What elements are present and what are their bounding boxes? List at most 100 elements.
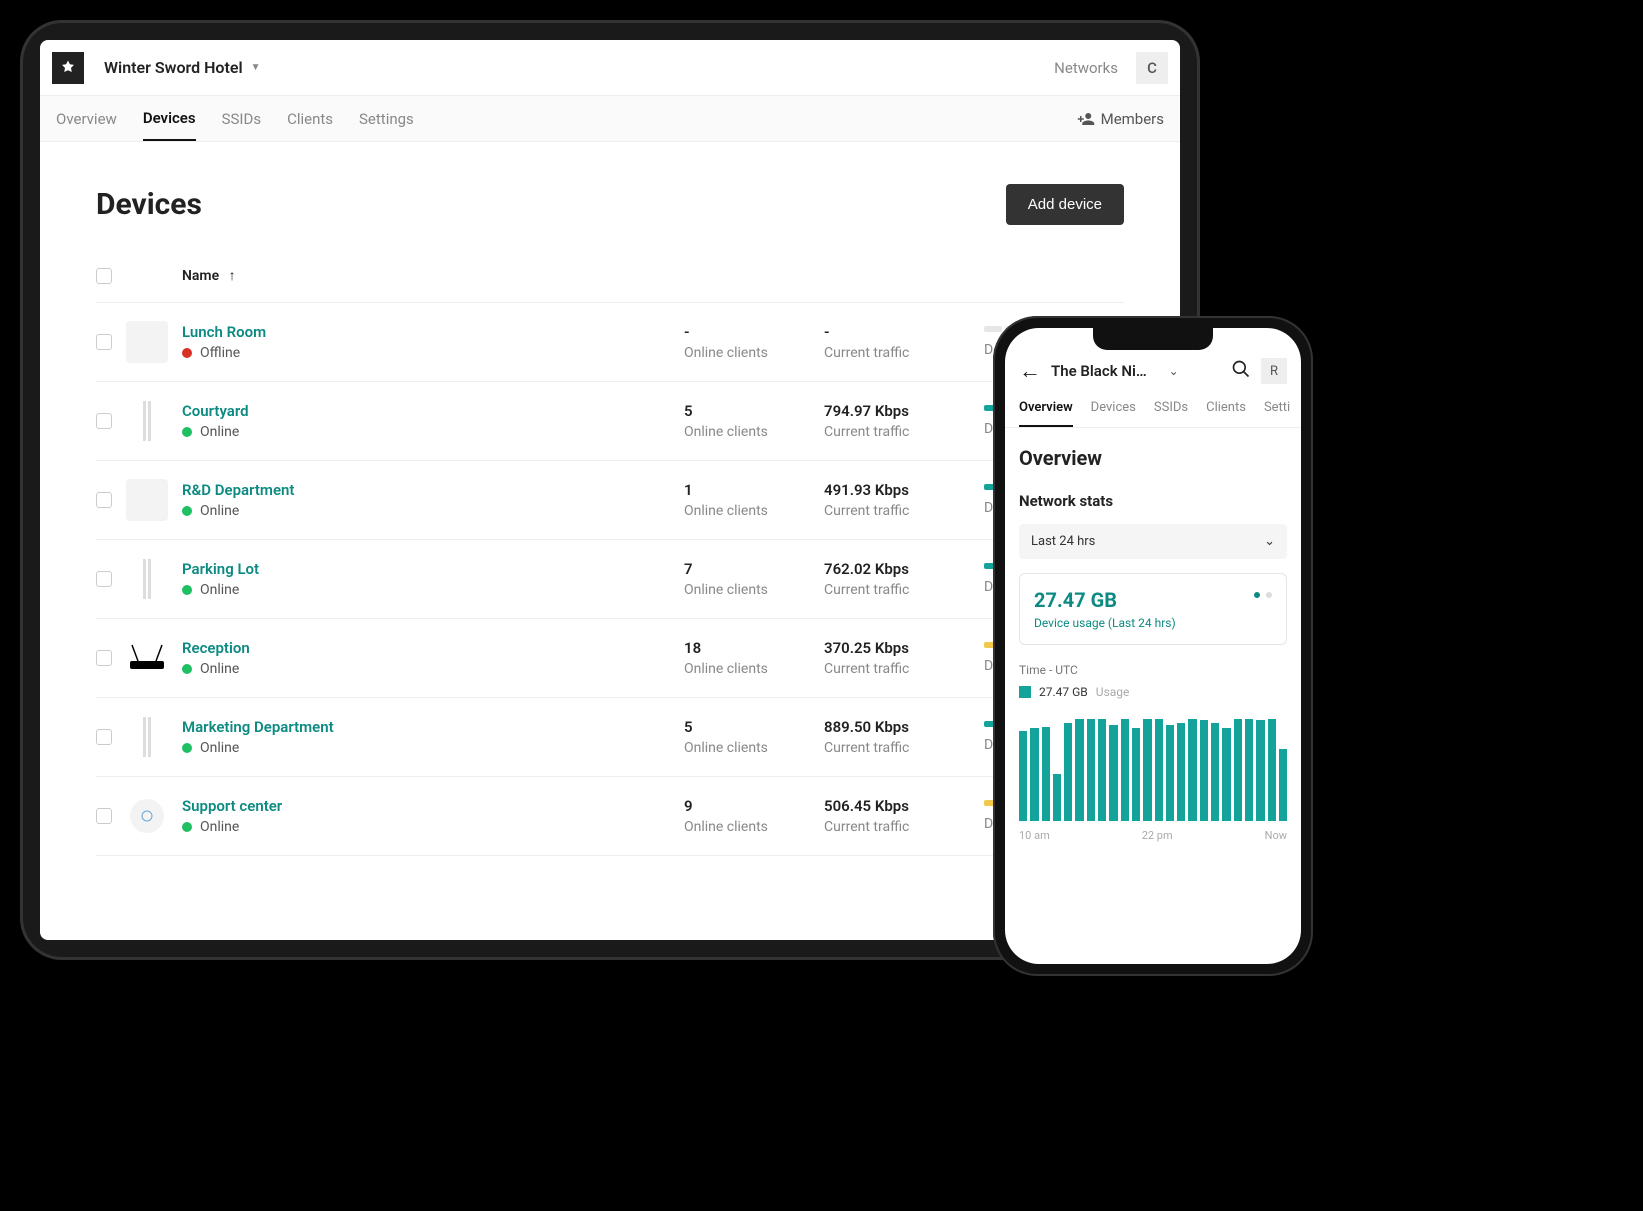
time-label: Time - UTC	[1019, 663, 1287, 677]
phone-avatar[interactable]: R	[1261, 358, 1287, 384]
chart-bar	[1245, 719, 1253, 821]
chart-bar	[1188, 719, 1196, 821]
device-name-link[interactable]: Lunch Room	[182, 323, 684, 341]
chart-bar	[1279, 749, 1287, 821]
traffic-value: 762.02 Kbps	[824, 560, 984, 578]
phone-tab-settings[interactable]: Setti	[1264, 400, 1290, 427]
clients-value: 18	[684, 639, 824, 657]
device-name-link[interactable]: Support center	[182, 797, 684, 815]
row-checkbox[interactable]	[96, 650, 112, 666]
chart-bar	[1256, 720, 1264, 821]
status-dot-icon	[182, 822, 192, 832]
legend-label: Usage	[1096, 685, 1130, 699]
legend-swatch-icon	[1019, 686, 1031, 698]
row-checkbox[interactable]	[96, 413, 112, 429]
phone-tab-ssids[interactable]: SSIDs	[1154, 400, 1188, 427]
add-device-button[interactable]: Add device	[1006, 184, 1124, 225]
usage-card[interactable]: 27.47 GB Device usage (Last 24 hrs)	[1019, 573, 1287, 645]
status-dot-icon	[182, 664, 192, 674]
traffic-value: 370.25 Kbps	[824, 639, 984, 657]
clients-value: 5	[684, 402, 824, 420]
chart-bar	[1177, 723, 1185, 821]
device-status: Online	[182, 740, 684, 756]
time-range-selector[interactable]: Last 24 hrs ⌄	[1019, 524, 1287, 559]
row-checkbox[interactable]	[96, 492, 112, 508]
chart-bar	[1222, 728, 1230, 821]
network-stats-title: Network stats	[1019, 492, 1287, 510]
tab-devices[interactable]: Devices	[143, 97, 196, 141]
site-name: Winter Sword Hotel	[104, 58, 243, 77]
phone-site-name[interactable]: The Black Ni…	[1051, 362, 1159, 380]
chart-bar	[1053, 774, 1061, 821]
chart-bar	[1234, 719, 1242, 821]
row-checkbox[interactable]	[96, 729, 112, 745]
legend-value: 27.47 GB	[1039, 685, 1088, 699]
traffic-value: 889.50 Kbps	[824, 718, 984, 736]
phone-screen: ← The Black Ni… ⌄ R Overview Devices SSI…	[1005, 328, 1301, 964]
col-name[interactable]: Name ↑	[182, 267, 684, 284]
device-name-link[interactable]: Parking Lot	[182, 560, 684, 578]
table-row[interactable]: Parking Lot Online 7 Online clients 762.…	[96, 540, 1124, 619]
traffic-label: Current traffic	[824, 819, 984, 835]
app-topbar: Winter Sword Hotel ▼ Networks C	[40, 40, 1180, 96]
chart-bar	[1042, 727, 1050, 821]
search-icon[interactable]	[1231, 359, 1251, 384]
row-checkbox[interactable]	[96, 808, 112, 824]
table-row[interactable]: Lunch Room Offline - Online clients - Cu…	[96, 303, 1124, 382]
status-dot-icon	[182, 427, 192, 437]
select-all-checkbox[interactable]	[96, 268, 112, 284]
tab-settings[interactable]: Settings	[359, 98, 414, 140]
status-dot-icon	[182, 743, 192, 753]
pager-dot[interactable]	[1254, 592, 1260, 598]
phone-tabs: Overview Devices SSIDs Clients Setti	[1005, 394, 1301, 428]
chevron-down-icon: ⌄	[1264, 534, 1275, 549]
row-checkbox[interactable]	[96, 571, 112, 587]
chart-bar	[1268, 719, 1276, 821]
phone-tab-devices[interactable]: Devices	[1091, 400, 1136, 427]
chevron-down-icon[interactable]: ⌄	[1169, 364, 1179, 378]
page-title-row: Devices Add device	[40, 142, 1180, 249]
load-segment	[984, 326, 1002, 332]
device-name-link[interactable]: Courtyard	[182, 402, 684, 420]
networks-link[interactable]: Networks	[1054, 59, 1118, 77]
table-row[interactable]: Marketing Department Online 5 Online cli…	[96, 698, 1124, 777]
status-dot-icon	[182, 585, 192, 595]
row-checkbox[interactable]	[96, 334, 112, 350]
chart-x-axis: 10 am 22 pm Now	[1019, 829, 1287, 842]
dot-device-icon	[128, 797, 166, 835]
traffic-label: Current traffic	[824, 503, 984, 519]
main-tabs: Overview Devices SSIDs Clients Settings …	[40, 96, 1180, 142]
chart-bar	[1019, 731, 1027, 821]
phone-frame: ← The Black Ni… ⌄ R Overview Devices SSI…	[993, 316, 1313, 976]
table-row[interactable]: Reception Online 18 Online clients 370.2…	[96, 619, 1124, 698]
device-thumbnail	[126, 479, 168, 521]
table-row[interactable]: Support center Online 9 Online clients 5…	[96, 777, 1124, 856]
device-name-link[interactable]: Reception	[182, 639, 684, 657]
chart-bar	[1132, 728, 1140, 821]
site-selector[interactable]: Winter Sword Hotel ▼	[104, 58, 261, 77]
tab-ssids[interactable]: SSIDs	[222, 98, 261, 140]
chart-bar	[1064, 723, 1072, 821]
tab-overview[interactable]: Overview	[56, 98, 117, 140]
table-row[interactable]: Courtyard Online 5 Online clients 794.97…	[96, 382, 1124, 461]
axis-tick: 22 pm	[1142, 829, 1173, 842]
back-arrow-icon[interactable]: ←	[1019, 358, 1041, 384]
pager-dot[interactable]	[1266, 592, 1272, 598]
traffic-value: 506.45 Kbps	[824, 797, 984, 815]
avatar[interactable]: C	[1136, 52, 1168, 84]
phone-tab-overview[interactable]: Overview	[1019, 400, 1073, 427]
antenna-icon	[143, 401, 151, 441]
members-button[interactable]: Members	[1077, 110, 1164, 128]
tab-clients[interactable]: Clients	[287, 98, 333, 140]
chart-bar	[1030, 728, 1038, 821]
phone-body: Overview Network stats Last 24 hrs ⌄ 27.…	[1005, 428, 1301, 860]
device-name-link[interactable]: R&D Department	[182, 481, 684, 499]
clients-label: Online clients	[684, 661, 824, 677]
device-status: Online	[182, 661, 684, 677]
phone-tab-clients[interactable]: Clients	[1206, 400, 1246, 427]
device-status: Offline	[182, 345, 684, 361]
table-row[interactable]: R&D Department Online 1 Online clients 4…	[96, 461, 1124, 540]
device-thumbnail	[126, 558, 168, 600]
device-name-link[interactable]: Marketing Department	[182, 718, 684, 736]
chart-bar	[1087, 719, 1095, 821]
